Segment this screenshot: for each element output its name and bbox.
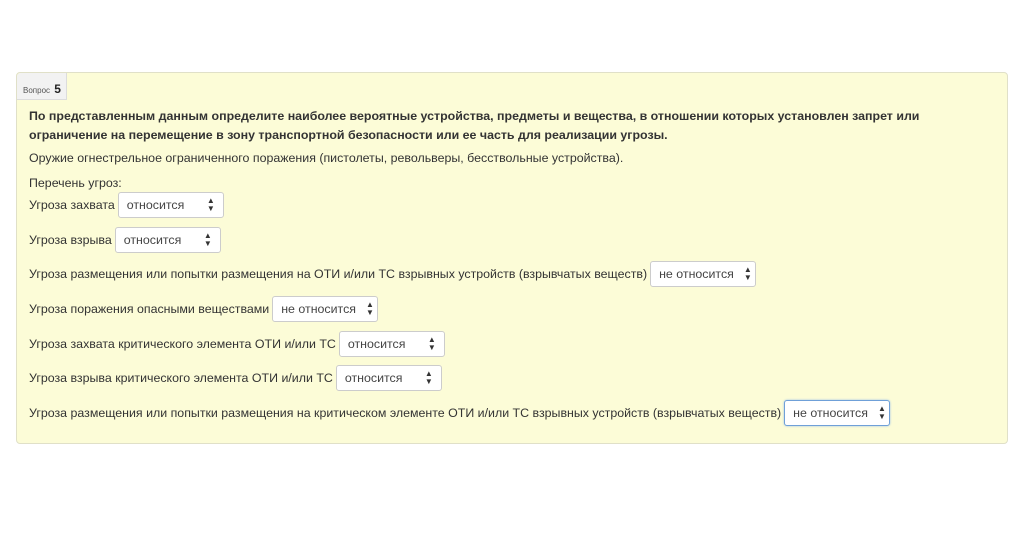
- threat-list-label: Перечень угроз:: [29, 176, 122, 190]
- threat-label: Угроза размещения или попытки размещения…: [29, 267, 648, 281]
- question-number-header: Вопрос 5: [17, 73, 67, 100]
- threat-label: Угроза взрыва: [29, 233, 112, 247]
- threat-label: Угроза размещения или попытки размещения…: [29, 406, 782, 420]
- threat-select[interactable]: не относится ▲ ▼: [784, 400, 891, 426]
- select-value: относится: [347, 337, 406, 351]
- threat-select[interactable]: не относится ▲ ▼: [272, 296, 379, 322]
- updown-caret-icon: ▲ ▼: [427, 335, 436, 352]
- question-card: Вопрос 5 По представленным данным опреде…: [16, 72, 1008, 444]
- updown-caret-icon: ▲ ▼: [365, 300, 374, 317]
- threat-label: Угроза взрыва критического элемента ОТИ …: [29, 371, 333, 385]
- threat-label: Угроза захвата: [29, 198, 115, 212]
- threat-select[interactable]: относится ▲ ▼: [335, 365, 442, 391]
- threat-row: Угроза захвата критического элемента ОТИ…: [29, 331, 445, 357]
- question-header-label: Вопрос: [23, 86, 51, 95]
- question-number: 5: [54, 82, 61, 96]
- select-value: относится: [123, 233, 182, 247]
- updown-caret-icon: ▲ ▼: [877, 404, 886, 421]
- threat-label: Угроза поражения опасными веществами: [29, 302, 270, 316]
- question-title: По представленным данным определите наиб…: [29, 109, 920, 142]
- select-value: не относится: [659, 267, 734, 281]
- updown-caret-icon: ▲ ▼: [424, 369, 433, 386]
- threat-select[interactable]: относится ▲ ▼: [338, 331, 445, 357]
- threat-select[interactable]: не относится ▲ ▼: [650, 261, 757, 287]
- select-value: относится: [126, 198, 185, 212]
- threat-row: Угроза взрыва критического элемента ОТИ …: [29, 365, 442, 391]
- threat-row: Угроза захвата относится ▲ ▼: [29, 192, 224, 218]
- question-text: Оружие огнестрельное ограниченного пораж…: [29, 151, 624, 165]
- select-value: относится: [344, 371, 403, 385]
- threat-row: Угроза размещения или попытки размещения…: [29, 261, 757, 287]
- updown-caret-icon: ▲ ▼: [206, 196, 215, 213]
- threat-label: Угроза захвата критического элемента ОТИ…: [29, 337, 336, 351]
- updown-caret-icon: ▲ ▼: [203, 231, 212, 248]
- updown-caret-icon: ▲ ▼: [743, 265, 752, 282]
- select-value: не относится: [793, 406, 868, 420]
- select-value: не относится: [281, 302, 356, 316]
- threat-select[interactable]: относится ▲ ▼: [114, 227, 221, 253]
- threat-row: Угроза поражения опасными веществами не …: [29, 296, 379, 322]
- threat-row: Угроза взрыва относится ▲ ▼: [29, 227, 221, 253]
- threat-row: Угроза размещения или попытки размещения…: [29, 400, 891, 426]
- threat-select[interactable]: относится ▲ ▼: [117, 192, 224, 218]
